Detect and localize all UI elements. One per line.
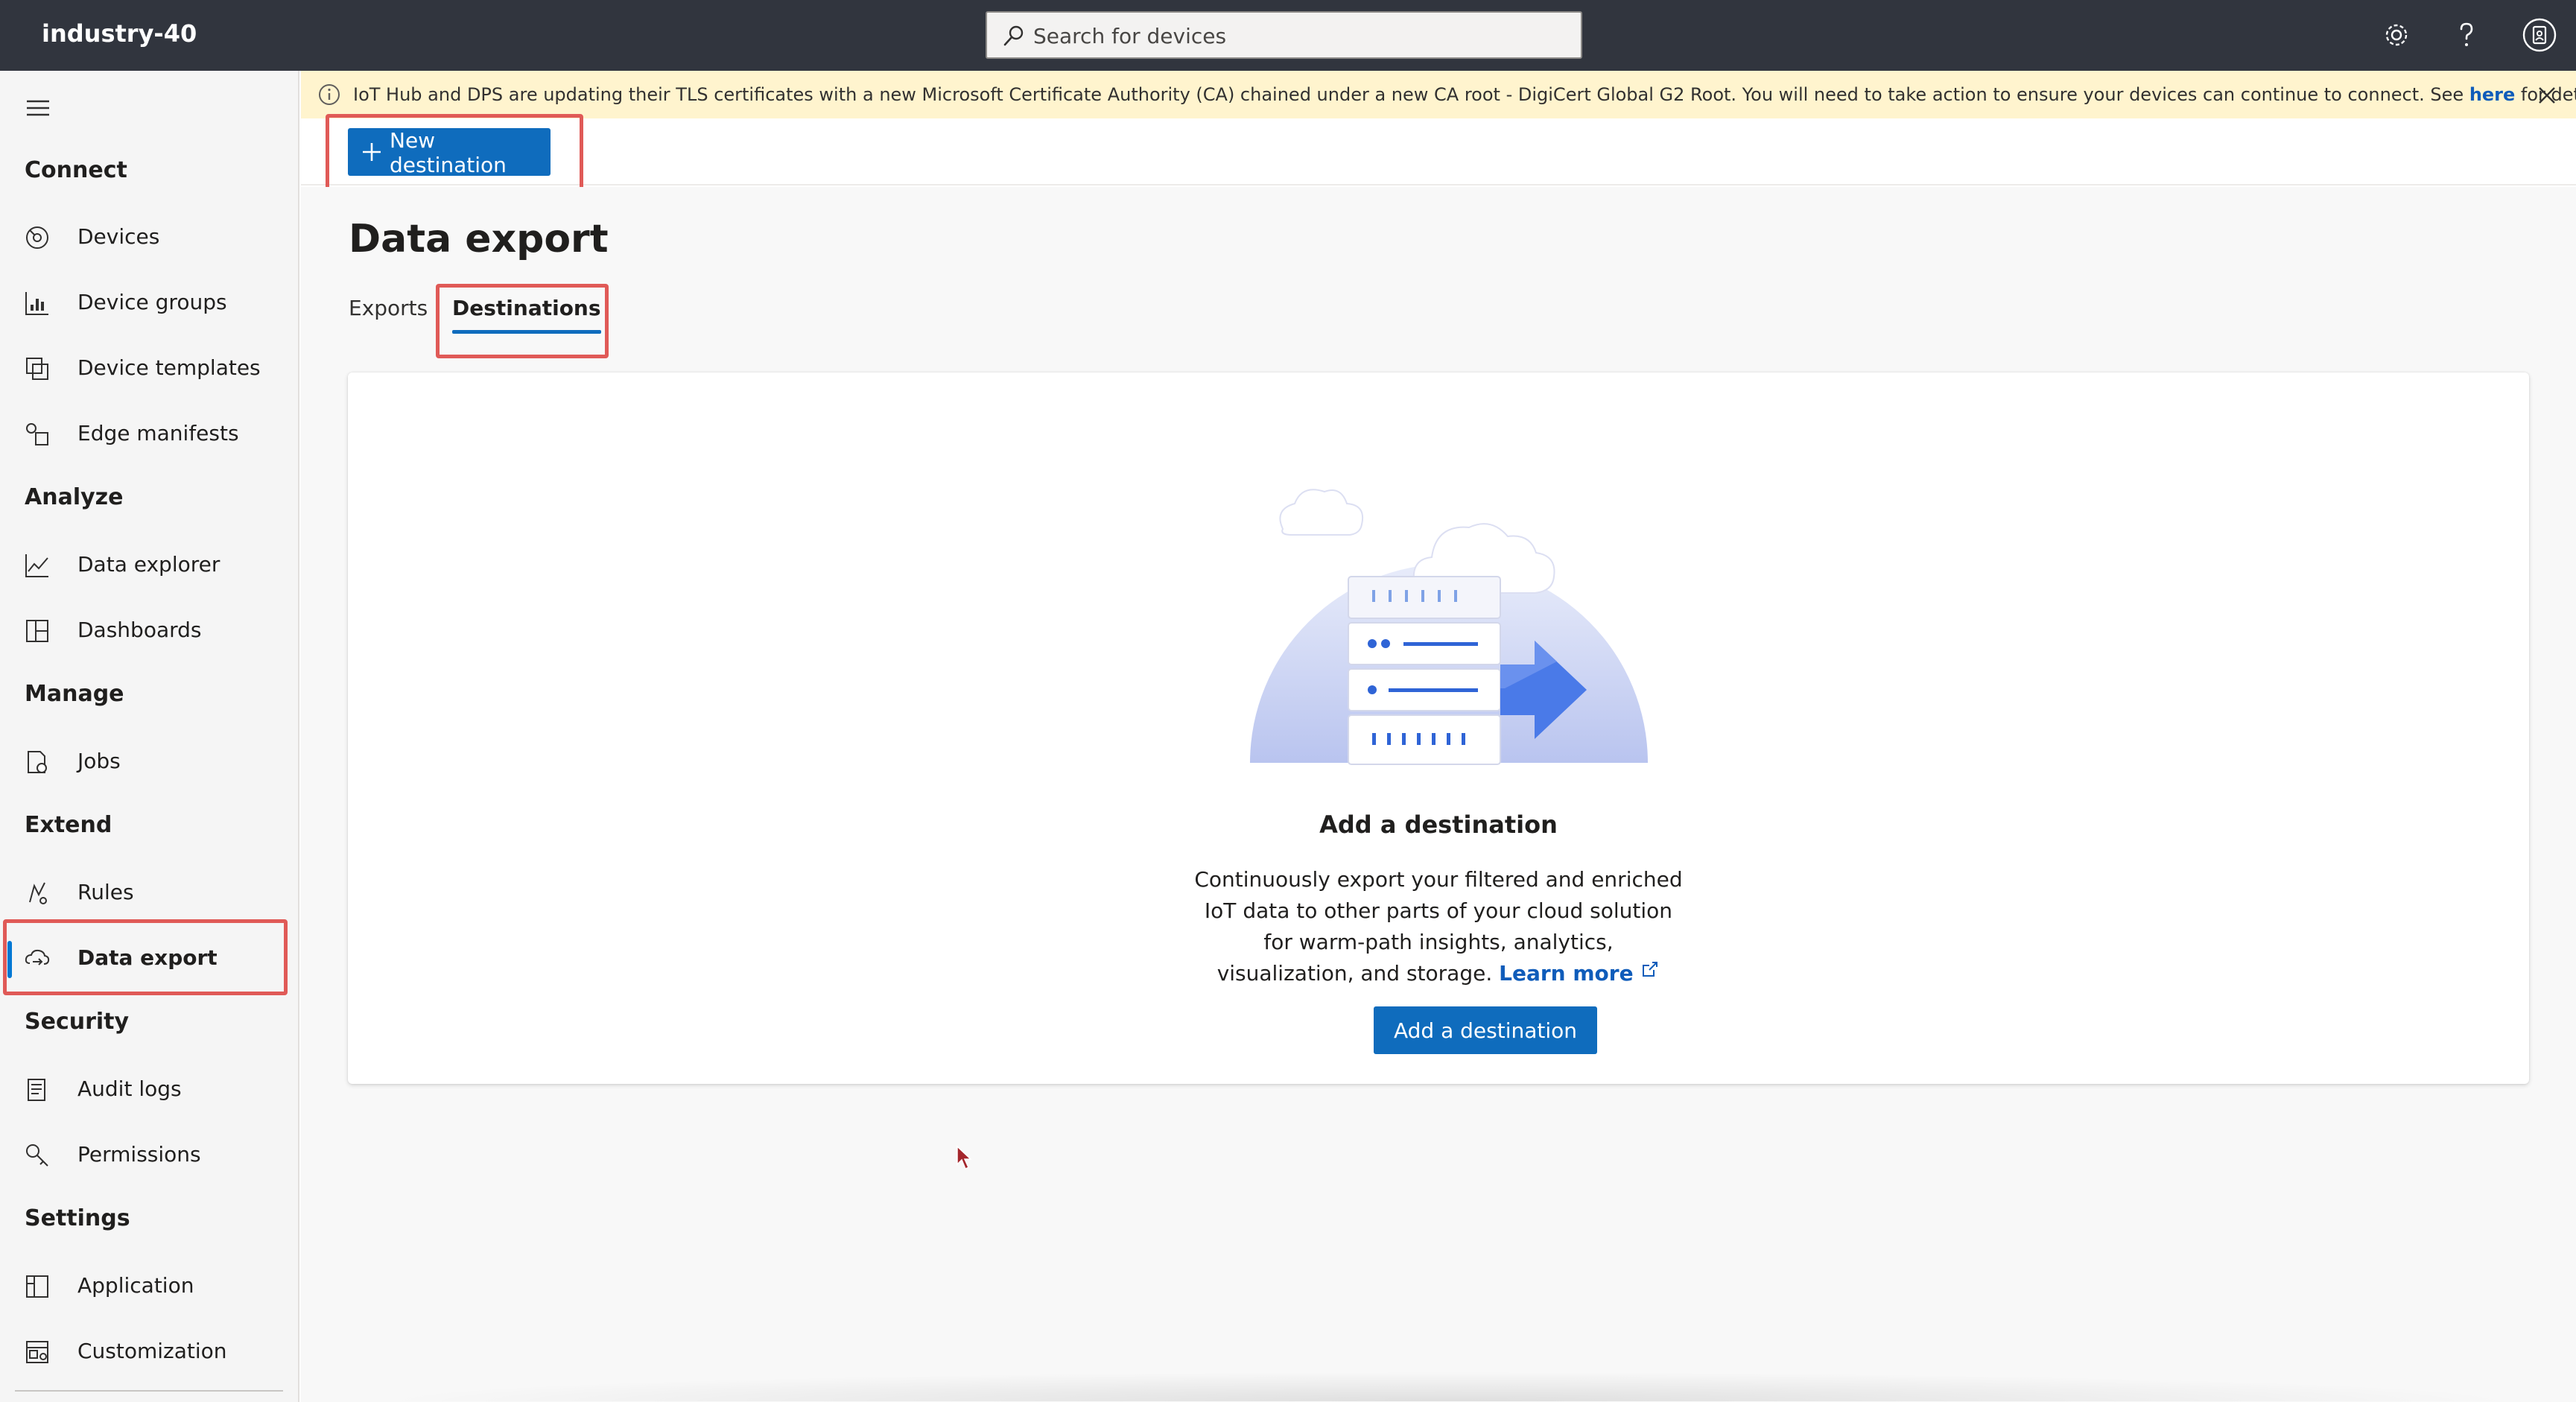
new-destination-label: New destination: [390, 128, 507, 177]
sidebar: Connect Devices Device groups Device tem…: [0, 71, 299, 1402]
sidebar-item-data-export[interactable]: Data export: [0, 930, 298, 984]
banner-here-link[interactable]: here: [2469, 84, 2515, 105]
nav-section-security: Security: [25, 1009, 130, 1035]
nav-section-extend: Extend: [25, 812, 112, 838]
sidebar-item-rules[interactable]: Rules: [0, 865, 298, 919]
sidebar-item-dashboards[interactable]: Dashboards: [0, 603, 298, 656]
sidebar-item-device-templates[interactable]: Device templates: [0, 340, 298, 394]
tab-destinations[interactable]: Destinations: [452, 296, 601, 334]
device-groups-icon: [25, 292, 48, 315]
rules-icon: [29, 882, 47, 904]
nav-section-connect: Connect: [25, 157, 127, 183]
jobs-icon: [28, 751, 47, 773]
data-export-icon: [25, 949, 50, 965]
top-bar: industry-40: [0, 0, 2576, 71]
notification-banner: IoT Hub and DPS are updating their TLS c…: [301, 71, 2576, 118]
application-icon: [26, 1275, 48, 1298]
app-name[interactable]: industry-40: [42, 19, 197, 48]
sidebar-item-label: Edge manifests: [77, 421, 239, 445]
sidebar-item-label: Device groups: [77, 290, 227, 314]
active-indicator: [7, 941, 12, 978]
sidebar-item-label: Data explorer: [77, 552, 221, 577]
nav-section-settings: Settings: [25, 1205, 130, 1231]
empty-state-card: Add a destination Continuously export yo…: [348, 372, 2529, 1084]
destination-illustration: [1237, 489, 1654, 778]
nav-section-manage: Manage: [25, 681, 124, 707]
sidebar-item-application[interactable]: Application: [0, 1258, 298, 1312]
tab-exports[interactable]: Exports: [349, 296, 428, 320]
command-bar: New destination: [301, 118, 2576, 185]
sidebar-item-label: Device templates: [77, 355, 261, 380]
sidebar-item-label: Application: [77, 1273, 194, 1298]
sidebar-item-label: Rules: [77, 880, 134, 904]
add-destination-button[interactable]: Add a destination: [1374, 1006, 1597, 1054]
footer-shadow: [368, 1371, 2528, 1401]
permissions-icon: [26, 1144, 48, 1167]
sidebar-item-edge-manifests[interactable]: Edge manifests: [0, 406, 298, 460]
search-input[interactable]: [1033, 20, 1555, 51]
sidebar-item-device-groups[interactable]: Device groups: [0, 275, 298, 329]
sidebar-item-label: Devices: [77, 224, 160, 249]
learn-more-link[interactable]: Learn more: [1499, 961, 1660, 986]
plus-icon: [363, 143, 381, 161]
info-icon: [319, 84, 340, 105]
hamburger-menu-icon[interactable]: [25, 98, 51, 118]
sidebar-item-label: Data export: [77, 945, 218, 970]
sidebar-item-label: Audit logs: [77, 1076, 182, 1101]
empty-state-heading: Add a destination: [1319, 811, 1558, 839]
sidebar-item-label: Dashboards: [77, 618, 202, 642]
customization-icon: [26, 1341, 48, 1363]
learn-more-label: Learn more: [1499, 961, 1634, 986]
banner-text: IoT Hub and DPS are updating their TLS c…: [353, 84, 2469, 105]
edge-manifests-icon: [26, 423, 48, 445]
sidebar-divider: [15, 1390, 283, 1392]
mouse-cursor-icon: [957, 1145, 972, 1170]
search-box[interactable]: [986, 11, 1582, 59]
sidebar-item-permissions[interactable]: Permissions: [0, 1127, 298, 1181]
search-icon: [1003, 25, 1024, 46]
sidebar-item-label: Permissions: [77, 1142, 201, 1167]
sidebar-item-label: Customization: [77, 1339, 227, 1363]
page-title: Data export: [349, 217, 609, 261]
devices-icon: [26, 226, 48, 249]
new-destination-button[interactable]: New destination: [348, 128, 551, 177]
dashboards-icon: [26, 620, 48, 642]
main-content: Data export Exports Destinations Add a d…: [301, 187, 2576, 1402]
sidebar-item-audit-logs[interactable]: Audit logs: [0, 1062, 298, 1115]
sidebar-item-customization[interactable]: Customization: [0, 1324, 298, 1377]
sidebar-item-devices[interactable]: Devices: [0, 209, 298, 263]
device-templates-icon: [26, 358, 48, 380]
gear-icon[interactable]: [2379, 18, 2414, 52]
sidebar-item-label: Jobs: [77, 749, 121, 773]
sidebar-item-jobs[interactable]: Jobs: [0, 734, 298, 787]
help-icon[interactable]: [2449, 18, 2484, 52]
banner-message: IoT Hub and DPS are updating their TLS c…: [353, 84, 2576, 105]
data-explorer-icon: [25, 554, 48, 577]
tab-underline: [452, 330, 601, 334]
tab-label: Destinations: [452, 296, 601, 320]
sidebar-item-data-explorer[interactable]: Data explorer: [0, 537, 298, 591]
account-icon[interactable]: [2522, 18, 2557, 52]
external-link-icon: [1643, 962, 1658, 977]
nav-section-analyze: Analyze: [25, 484, 124, 510]
close-icon[interactable]: [2537, 86, 2557, 105]
audit-logs-icon: [28, 1079, 45, 1101]
empty-state-description: Continuously export your filtered and en…: [1193, 864, 1684, 989]
